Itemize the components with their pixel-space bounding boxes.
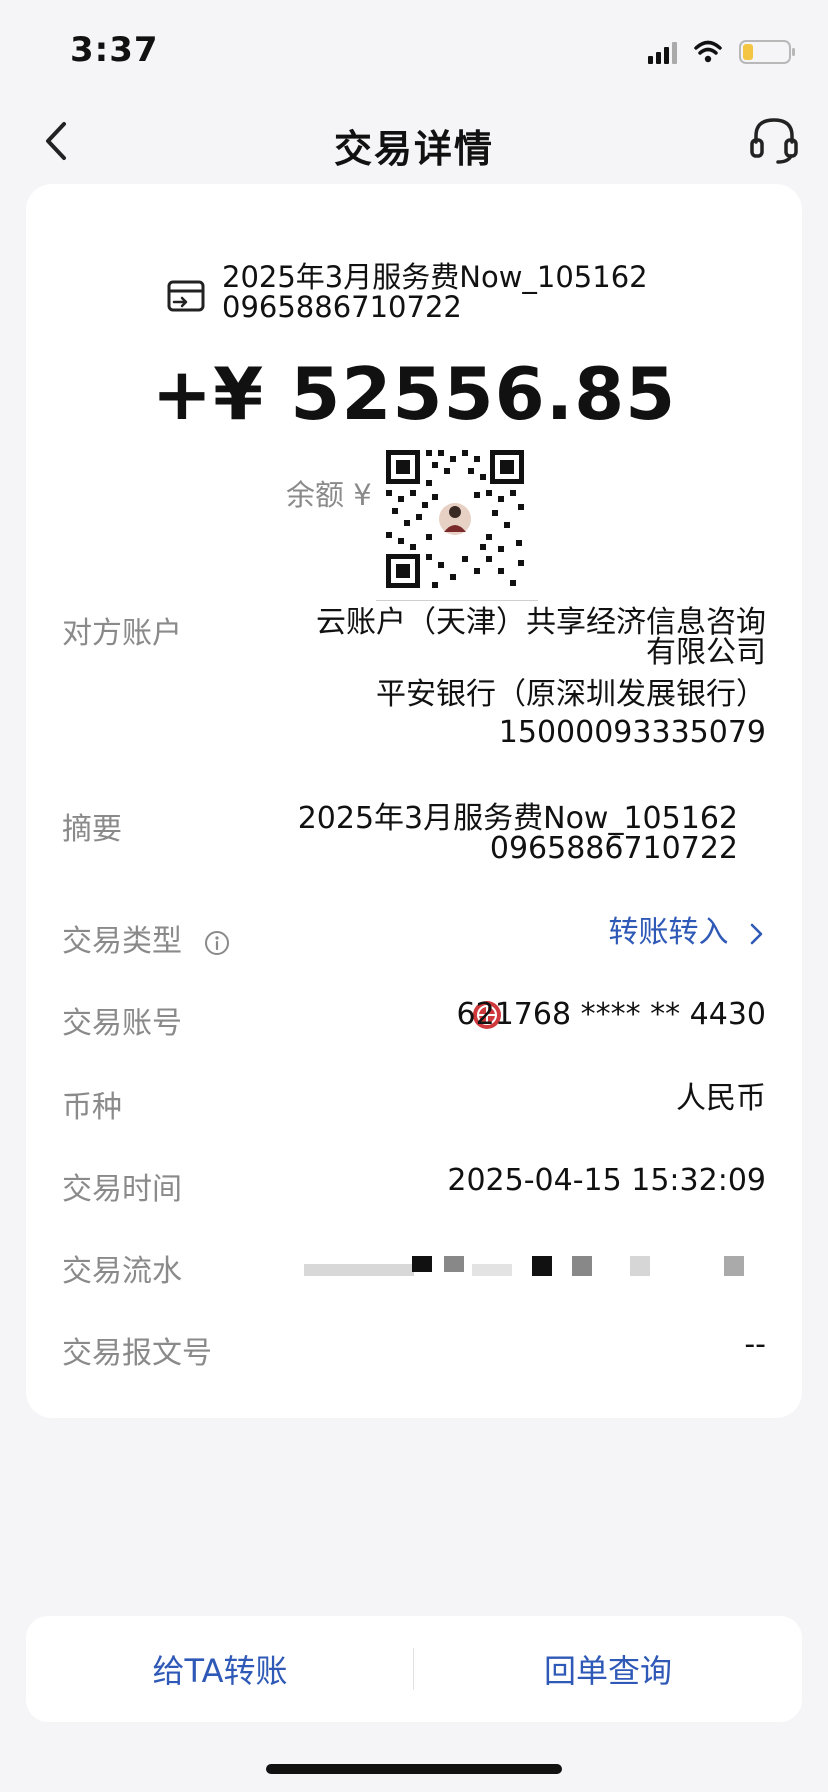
home-indicator[interactable] xyxy=(266,1764,562,1774)
bottom-action-bar: 给TA转账 回单查询 xyxy=(26,1616,802,1722)
currency-value: 人民币 xyxy=(676,1081,766,1116)
memo-row: 摘要 2025年3月服务费Now_105162 0965886710722 xyxy=(62,804,766,884)
counterparty-name-line1: 云账户（天津）共享经济信息咨询 xyxy=(316,605,766,640)
account-label: 交易账号 xyxy=(62,1006,182,1041)
qr-divider xyxy=(376,600,538,601)
account-value: 621768 **** ** 4430 xyxy=(456,997,766,1032)
flow-row: 交易流水 xyxy=(62,1246,766,1290)
type-row: 交易类型 转账转入 xyxy=(62,916,766,960)
summary-line-1: 2025年3月服务费Now_105162 xyxy=(222,260,648,294)
status-time: 3:37 xyxy=(70,30,159,70)
time-value: 2025-04-15 15:32:09 xyxy=(447,1163,766,1198)
info-icon[interactable] xyxy=(204,930,230,956)
memo-value: 2025年3月服务费Now_105162 0965886710722 xyxy=(298,804,738,864)
counterparty-row: 对方账户 云账户（天津）共享经济信息咨询 有限公司 平安银行（原深圳发展银行） … xyxy=(62,608,766,758)
type-label-text: 交易类型 xyxy=(62,924,182,959)
transaction-card: 2025年3月服务费Now_105162 0965886710722 +¥ 52… xyxy=(26,184,802,1418)
time-row: 交易时间 2025-04-15 15:32:09 xyxy=(62,1164,766,1208)
summary-line-2: 0965886710722 xyxy=(222,290,462,324)
memo-line1: 2025年3月服务费Now_105162 xyxy=(297,801,738,836)
currency-label: 币种 xyxy=(62,1090,122,1125)
status-bar: 3:37 xyxy=(0,0,828,96)
support-button[interactable] xyxy=(750,114,798,166)
balance-label: 余额 ¥ xyxy=(286,478,372,512)
transfer-to-them-button[interactable]: 给TA转账 xyxy=(26,1616,414,1722)
account-row: 交易账号 621768 **** ** 4430 xyxy=(62,998,766,1042)
counterparty-value: 云账户（天津）共享经济信息咨询 有限公司 平安银行（原深圳发展银行） 15000… xyxy=(316,608,766,748)
receipt-query-button[interactable]: 回单查询 xyxy=(414,1616,802,1722)
message-row: 交易报文号 -- xyxy=(62,1328,766,1372)
transaction-type-value: 转账转入 xyxy=(608,915,729,950)
headset-icon xyxy=(750,118,798,164)
summary-text: 2025年3月服务费Now_105162 0965886710722 xyxy=(222,262,648,322)
signal-wifi-battery-icon xyxy=(648,40,795,64)
transaction-type-link[interactable]: 转账转入 xyxy=(608,916,766,950)
page-title: 交易详情 xyxy=(333,127,494,171)
status-icons xyxy=(648,34,798,68)
memo-label: 摘要 xyxy=(62,812,122,847)
counterparty-account: 15000093335079 xyxy=(498,715,766,750)
time-label: 交易时间 xyxy=(62,1172,182,1207)
type-label: 交易类型 xyxy=(62,916,230,960)
currency-row: 币种 人民币 xyxy=(62,1082,766,1126)
redacted-flow-number xyxy=(304,1256,744,1276)
counterparty-name-line2: 有限公司 xyxy=(646,635,766,670)
transaction-amount: +¥ 52556.85 xyxy=(151,352,677,436)
memo-line2: 0965886710722 xyxy=(489,831,738,866)
counterparty-label: 对方账户 xyxy=(62,616,182,651)
nav-bar: 交易详情 xyxy=(0,96,828,184)
chevron-right-icon xyxy=(750,923,763,944)
transaction-summary: 2025年3月服务费Now_105162 0965886710722 xyxy=(26,262,802,342)
counterparty-bank: 平安银行（原深圳发展银行） xyxy=(376,677,766,712)
qr-code-image xyxy=(382,446,528,592)
message-value: -- xyxy=(744,1327,766,1362)
message-label: 交易报文号 xyxy=(62,1336,212,1371)
transfer-card-icon xyxy=(167,280,205,312)
flow-label: 交易流水 xyxy=(62,1254,182,1289)
